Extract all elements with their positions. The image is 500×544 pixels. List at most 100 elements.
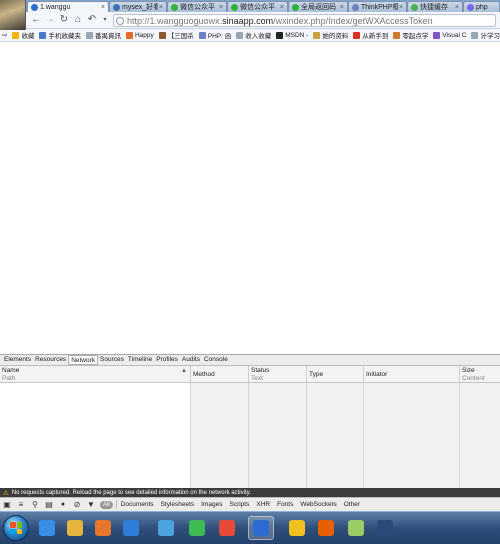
bookmark-item[interactable]: Visual C [433, 31, 466, 39]
tab-favicon-icon [171, 3, 178, 11]
bookmark-item[interactable]: 她的资料 [313, 30, 348, 40]
network-status-bar: ⚠ No requests captured. Reload the page … [0, 488, 500, 497]
devtools-tab-network[interactable]: Network [68, 355, 99, 365]
tab-close-icon[interactable]: × [340, 4, 344, 11]
network-request-list [0, 383, 500, 488]
bookmark-item[interactable]: MSDN - [276, 31, 308, 39]
media-player-icon-glyph [95, 520, 111, 536]
bookmark-item[interactable]: 番禺資訊 [85, 30, 121, 40]
filter-other[interactable]: Other [344, 501, 360, 508]
network-table-header: Name Path ▲ Method Status Text Type Init… [0, 366, 500, 383]
ie-icon[interactable] [34, 516, 60, 540]
folder-icon[interactable] [62, 516, 88, 540]
browser-toolbar: ← → ↻ ⌂ ↶ ▾ http://1.wangguoguowx.sinaap… [0, 12, 500, 29]
filter-stylesheets[interactable]: Stylesheets [161, 501, 195, 508]
tab-close-icon[interactable]: × [159, 4, 163, 11]
windows-logo-icon [10, 522, 22, 534]
column-status[interactable]: Status Text [249, 366, 307, 382]
search-icon[interactable]: ⚲ [30, 500, 40, 510]
record-icon[interactable]: ● [58, 500, 68, 510]
bookmark-icon [433, 31, 441, 39]
tab-label: ThinkPHP框 [361, 4, 398, 11]
column-name[interactable]: Name Path ▲ [0, 366, 191, 382]
dropdown-arrow-icon[interactable]: ▾ [99, 14, 111, 26]
bookmark-item[interactable]: 收入收藏 [236, 30, 271, 40]
tab-close-icon[interactable]: × [219, 4, 223, 11]
bookmark-item[interactable]: 从新手到 [353, 30, 388, 40]
filter-all[interactable]: All [100, 500, 113, 509]
console-drawer-icon[interactable]: ≡ [16, 500, 26, 510]
tab-close-icon[interactable]: × [280, 4, 284, 11]
devtools-tab-timeline[interactable]: Timeline [126, 355, 154, 365]
edge-icon[interactable] [248, 516, 274, 540]
tab-close-icon[interactable]: × [455, 4, 459, 11]
user-avatar[interactable] [0, 0, 26, 30]
chrome-icon[interactable] [284, 516, 310, 540]
browser-tab[interactable]: php [463, 1, 500, 12]
bookmark-item[interactable]: 零起点学 [393, 30, 428, 40]
column-method[interactable]: Method [191, 366, 249, 382]
sort-arrow-icon[interactable]: ▲ [181, 368, 187, 374]
page-content [0, 42, 500, 354]
bookmark-icon [313, 31, 321, 39]
browser-tab[interactable]: mysex_好看 × [109, 1, 167, 12]
firefox-icon-glyph [318, 520, 334, 536]
filter-websockets[interactable]: WebSockets [300, 501, 336, 508]
browser-tab[interactable]: 快捷缓存 × [407, 1, 463, 12]
filter-xhr[interactable]: XHR [256, 501, 270, 508]
tab-close-icon[interactable]: × [101, 4, 105, 11]
page-icon [116, 16, 124, 25]
filter-fonts[interactable]: Fonts [277, 501, 293, 508]
notepad-icon[interactable] [343, 516, 369, 540]
filter-icon[interactable]: ▼ [86, 500, 96, 510]
photoshop-icon[interactable] [372, 516, 398, 540]
tab-favicon-icon [292, 3, 299, 11]
filter-scripts[interactable]: Scripts [229, 501, 249, 508]
bookmark-item[interactable]: PHP: 函 [198, 30, 231, 40]
browser-tab[interactable]: 全局返回码 × [288, 1, 348, 12]
bookmark-label: 计学习 [480, 33, 500, 40]
separator [115, 500, 117, 509]
bookmark-label: 零起点学 [402, 33, 429, 40]
dock-icon[interactable]: ▣ [2, 500, 12, 510]
bookmark-item[interactable]: 手机收藏夹 [39, 30, 81, 40]
devtools-tab-bar: Elements Resources Network Sources Timeline P… [0, 354, 500, 366]
tab-close-icon[interactable]: × [399, 4, 403, 11]
browser-tab[interactable]: 微信公众平 × [167, 1, 227, 12]
bookmarks-arrow-icon[interactable]: ⇨ [2, 31, 7, 39]
devtools-tab-console[interactable]: Console [202, 355, 230, 365]
devtools-tab-resources[interactable]: Resources [33, 355, 68, 365]
back-arrow-icon[interactable]: ← [30, 14, 42, 26]
browser-360-icon[interactable] [184, 516, 210, 540]
undo-icon[interactable]: ↶ [86, 14, 98, 26]
clear-icon[interactable]: ⊘ [72, 500, 82, 510]
reload-icon[interactable]: ↻ [58, 14, 70, 26]
devtools-tab-elements[interactable]: Elements [2, 355, 33, 365]
browser-tab[interactable]: 微信公众平 × [227, 1, 288, 12]
firefox-icon[interactable] [313, 516, 339, 540]
view-toggle-icon[interactable]: ▤ [44, 500, 54, 510]
media-player-icon[interactable] [90, 516, 116, 540]
column-type[interactable]: Type [307, 366, 364, 382]
bookmark-item[interactable]: Happy [125, 31, 154, 39]
qq-icon[interactable] [118, 516, 144, 540]
browser-tab[interactable]: 1.wanggu × [27, 1, 109, 12]
forward-arrow-icon[interactable]: → [44, 14, 56, 26]
bookmark-item[interactable]: 计学习 [471, 30, 500, 40]
home-icon[interactable]: ⌂ [72, 14, 84, 26]
bookmark-item[interactable]: 【三国杀 [158, 30, 194, 40]
column-size[interactable]: Size Content [460, 366, 500, 382]
devtools-tab-profiles[interactable]: Profiles [154, 355, 180, 365]
devtools-tab-audits[interactable]: Audits [180, 355, 202, 365]
column-initiator[interactable]: Initiator [364, 366, 460, 382]
app-icon[interactable] [214, 516, 240, 540]
filter-documents[interactable]: Documents [121, 501, 154, 508]
address-bar[interactable]: http://1.wangguoguowx.sinaapp.com/wxinde… [113, 14, 496, 27]
tool-icon[interactable] [153, 516, 179, 540]
filter-images[interactable]: Images [201, 501, 222, 508]
start-button[interactable] [3, 515, 29, 541]
bookmark-item[interactable]: 收藏 [12, 30, 34, 40]
bookmark-label: 手机收藏夹 [48, 33, 81, 40]
browser-tab[interactable]: ThinkPHP框 × [348, 1, 407, 12]
devtools-tab-sources[interactable]: Sources [98, 355, 126, 365]
